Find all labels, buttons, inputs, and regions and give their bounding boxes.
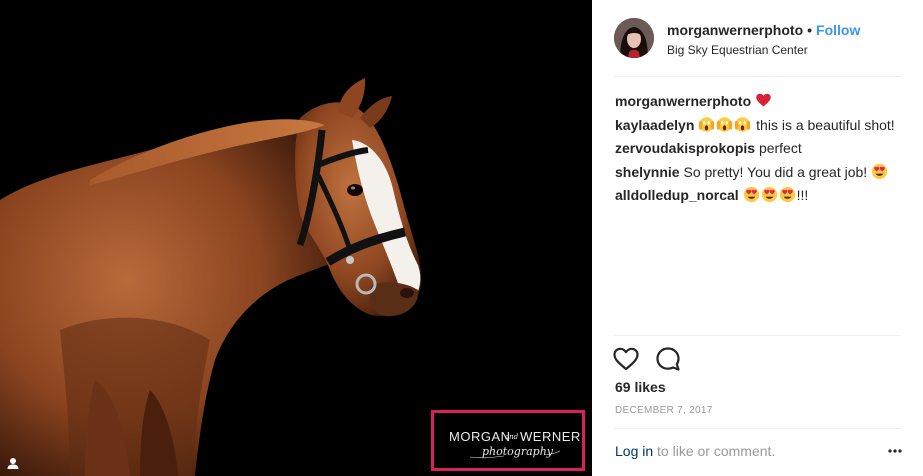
divider [614,428,901,429]
login-link[interactable]: Log in [615,443,653,459]
comment-item: kaylaadelyn this is a beautiful shot! [615,114,915,138]
heart-eyes-face-icon [743,186,759,203]
comment-text: this is a beautiful shot! [756,116,895,133]
comment-text: perfect [758,140,802,156]
screaming-face-icon [735,116,751,132]
post-side-panel: morganwernerphoto • Follow Big Sky Equestr… [592,0,923,476]
heart-eyes-face-icon [761,186,777,203]
heart-outline-icon[interactable] [612,345,640,373]
heart-eyes-face-icon [779,186,795,203]
comments-list: morganwernerphoto kaylaadelyn this is a … [615,90,915,208]
header-text: morganwernerphoto • Follow Big Sky Equestr… [667,21,860,58]
screaming-face-icon [699,116,715,132]
comment-item: shelynnie So pretty! You did a great job… [615,161,915,185]
likes-count: 69 likes [615,379,666,395]
comment-username[interactable]: morganwernerphoto [615,93,751,109]
svg-text:photography: photography [482,445,554,458]
svg-text:MORGAN: MORGAN [449,429,511,444]
separator-dot: • [807,22,813,38]
comment-username[interactable]: kaylaadelyn [615,117,694,133]
comment-username[interactable]: shelynnie [615,164,680,180]
svg-text:WERNER: WERNER [520,429,581,444]
header-username[interactable]: morganwernerphoto [667,22,803,38]
divider [614,76,901,77]
follow-button[interactable]: Follow [816,22,860,38]
username-row: morganwernerphoto • Follow [667,21,860,39]
avatar-image [614,18,654,58]
login-prompt: Log in to like or comment. [615,443,775,459]
heart-eyes-face-icon [871,163,888,179]
comment-item: zervoudakisprokopis perfect [615,137,915,161]
comment-suffix: !!! [796,187,809,203]
svg-text:and: and [505,433,519,441]
login-prompt-text: to like or comment. [653,443,776,459]
action-bar [612,345,692,373]
post-date: DECEMBER 7, 2017 [615,405,713,416]
photographer-watermark-logo: MORGAN and WERNER photography [449,429,581,459]
comment-item: alldolledup_norcal !!! [615,184,915,208]
post-header: morganwernerphoto • Follow Big Sky Equestr… [592,0,923,76]
comment-item: morganwernerphoto [615,90,915,114]
comment-bubble-icon[interactable] [654,345,682,373]
location-link[interactable]: Big Sky Equestrian Center [667,42,860,58]
comment-username[interactable]: zervoudakisprokopis [615,140,755,156]
comment-username[interactable]: alldolledup_norcal [615,187,739,203]
more-options-icon[interactable] [888,448,902,454]
instagram-post: MORGAN and WERNER photography morganwern… [0,0,923,476]
divider [614,335,901,336]
user-tag-icon[interactable] [6,456,20,470]
red-heart-icon [756,93,771,107]
post-photo[interactable]: MORGAN and WERNER photography [0,0,592,476]
comment-text: So pretty! You did a great job! [683,163,868,180]
horse-image [0,78,422,476]
screaming-face-icon [717,116,733,132]
watermark-highlight-box: MORGAN and WERNER photography [431,410,585,471]
avatar[interactable] [614,18,654,58]
